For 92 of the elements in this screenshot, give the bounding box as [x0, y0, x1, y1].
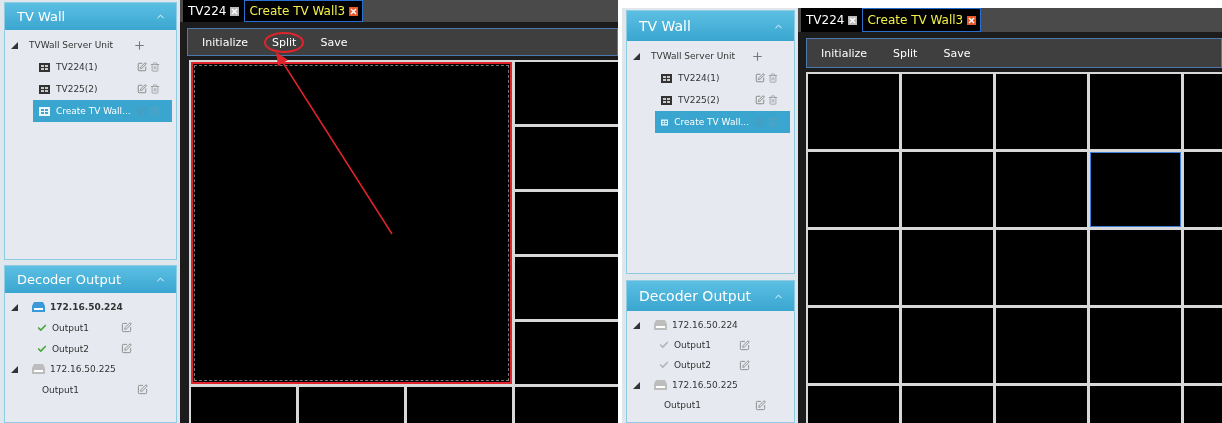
tv-wall-label: Create TV Wall...	[56, 106, 131, 116]
tv-wall-label: TV225(2)	[678, 95, 720, 105]
screen-cell[interactable]	[515, 192, 618, 254]
add-icon[interactable]	[751, 49, 764, 63]
panel-title: TV Wall	[17, 9, 66, 24]
output-label[interactable]: Output2	[52, 343, 89, 354]
screen-cell[interactable]	[515, 62, 618, 124]
expanded-triangle-icon[interactable]	[11, 41, 18, 49]
close-icon[interactable]	[230, 6, 240, 16]
delete-icon[interactable]	[768, 73, 778, 83]
toolbar-button[interactable]: Split	[885, 42, 926, 64]
delete-icon[interactable]	[768, 95, 778, 105]
tv-wall-item[interactable]: TV225(2)	[33, 78, 172, 100]
screen-cell[interactable]	[808, 308, 899, 383]
device-label[interactable]: 172.16.50.225	[50, 364, 116, 374]
screen-cell[interactable]	[808, 152, 899, 227]
expanded-triangle-icon[interactable]	[633, 381, 640, 389]
close-icon[interactable]	[848, 15, 858, 25]
tv-wall-label: TV224(1)	[678, 73, 720, 83]
expanded-triangle-icon[interactable]	[633, 52, 640, 60]
monitor-icon	[661, 117, 669, 127]
expanded-triangle-icon[interactable]	[11, 365, 18, 373]
edit-icon[interactable]	[755, 399, 766, 411]
delete-icon[interactable]	[150, 106, 160, 116]
output-label[interactable]: Output2	[674, 360, 711, 370]
edit-icon[interactable]	[121, 322, 132, 333]
delete-icon[interactable]	[150, 84, 160, 94]
edit-icon[interactable]	[755, 73, 765, 83]
delete-icon[interactable]	[768, 117, 778, 127]
edit-icon[interactable]	[739, 339, 750, 351]
screen-cell[interactable]	[902, 152, 993, 227]
edit-icon[interactable]	[137, 84, 147, 94]
device-label[interactable]: 172.16.50.224	[50, 302, 123, 312]
monitor-icon	[661, 73, 672, 83]
expanded-triangle-icon[interactable]	[633, 321, 640, 329]
edit-icon[interactable]	[137, 384, 148, 395]
screen-cell[interactable]	[902, 74, 993, 149]
screen-cell[interactable]	[515, 322, 618, 384]
screen-cell[interactable]	[996, 74, 1087, 149]
screen-cell[interactable]	[1090, 308, 1181, 383]
tv-wall-label: TV224(1)	[56, 62, 98, 72]
output-label[interactable]: Output1	[42, 384, 79, 395]
output-label[interactable]: Output1	[52, 322, 89, 333]
tab[interactable]: TV224	[183, 0, 245, 22]
monitor-icon	[39, 106, 50, 116]
tab[interactable]: Create TV Wall3	[244, 0, 364, 22]
edit-icon[interactable]	[739, 359, 750, 371]
screen-cell[interactable]	[1090, 152, 1181, 227]
tab[interactable]: Create TV Wall3	[862, 8, 982, 32]
monitor-icon	[39, 84, 50, 94]
screen-cell[interactable]	[902, 230, 993, 305]
tv-wall-label: Create TV Wall...	[674, 117, 749, 127]
toolbar-button[interactable]: Initialize	[813, 42, 876, 64]
screen-cell[interactable]	[191, 62, 512, 384]
screen-cell[interactable]	[1090, 230, 1181, 305]
edit-icon[interactable]	[137, 62, 147, 72]
panel-title: TV Wall	[639, 18, 691, 34]
close-icon[interactable]	[967, 15, 977, 25]
monitor-icon	[661, 95, 672, 105]
tab[interactable]: TV224	[801, 8, 863, 32]
screen-cell[interactable]	[515, 127, 618, 189]
screen-cell[interactable]	[902, 308, 993, 383]
screen-cell[interactable]	[808, 74, 899, 149]
add-icon[interactable]	[133, 38, 146, 52]
toolbar-button[interactable]: Initialize	[194, 31, 257, 53]
tv-wall-item[interactable]: TV225(2)	[655, 89, 790, 111]
device-label[interactable]: 172.16.50.224	[672, 320, 738, 330]
toolbar-button[interactable]: Save	[312, 31, 356, 53]
screen-cell[interactable]	[996, 230, 1087, 305]
tree-node-label[interactable]: TVWall Server Unit	[651, 51, 736, 61]
delete-icon[interactable]	[150, 62, 160, 72]
screen-cell[interactable]	[515, 257, 618, 319]
device-label[interactable]: 172.16.50.225	[672, 380, 738, 390]
output-label[interactable]: Output1	[664, 400, 701, 410]
output-label[interactable]: Output1	[674, 340, 711, 350]
tv-wall-item[interactable]: TV224(1)	[655, 67, 790, 89]
tv-wall-label: TV225(2)	[56, 84, 98, 94]
tv-wall-item[interactable]: TV224(1)	[33, 56, 172, 78]
screen-cell[interactable]	[996, 152, 1087, 227]
tree-node-label[interactable]: TVWall Server Unit	[29, 40, 114, 50]
expanded-triangle-icon[interactable]	[11, 303, 18, 311]
close-icon[interactable]	[349, 6, 359, 16]
screen-cell[interactable]	[808, 230, 899, 305]
panel-title: Decoder Output	[639, 288, 751, 304]
panel-title: Decoder Output	[17, 272, 121, 287]
toolbar-button[interactable]: Save	[935, 42, 979, 64]
screen-cell[interactable]	[996, 308, 1087, 383]
toolbar-button[interactable]: Split	[264, 31, 305, 53]
edit-icon[interactable]	[755, 95, 765, 105]
monitor-icon	[39, 62, 50, 72]
edit-icon[interactable]	[121, 343, 132, 354]
screen-cell[interactable]	[1090, 74, 1181, 149]
